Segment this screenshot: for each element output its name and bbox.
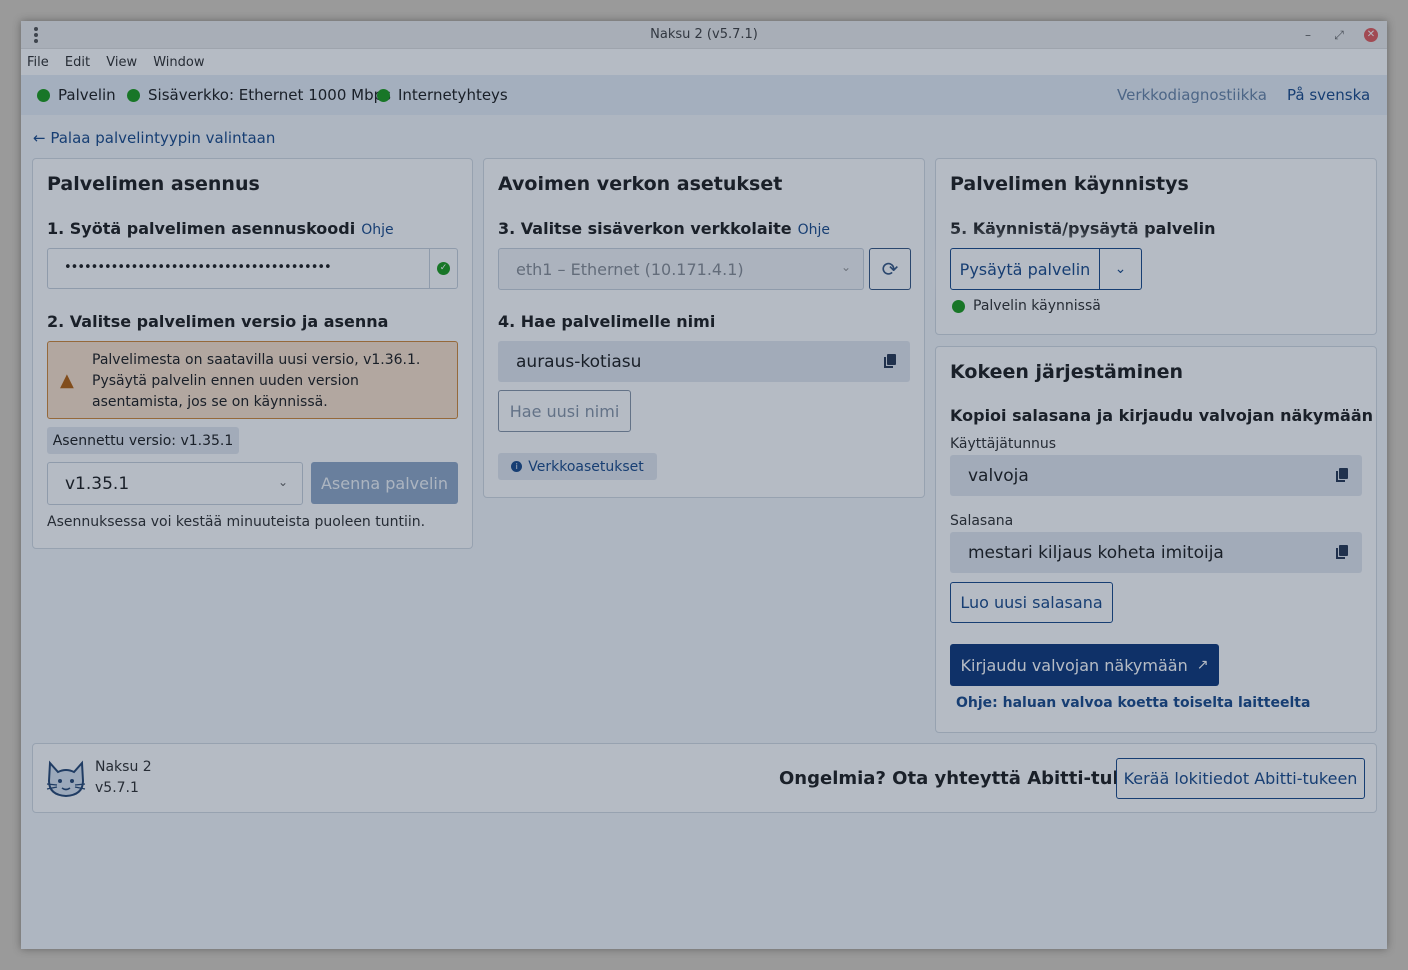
title-bar: Naksu 2 (v5.7.1) – ⤢ ✕ — [21, 21, 1387, 49]
server-options-dropdown[interactable]: ⌄ — [1099, 248, 1142, 290]
password-label: Salasana — [950, 513, 1014, 529]
new-name-button[interactable]: Hae uusi nimi — [498, 390, 631, 432]
footer: Naksu 2 v5.7.1 Ongelmia? Ota yhteyttä Ab… — [32, 743, 1377, 813]
username-label: Käyttäjätunnus — [950, 436, 1057, 452]
install-code-input[interactable]: ••••••••••••••••••••••••••••••••••••••••… — [47, 248, 458, 289]
collect-logs-button[interactable]: Kerää lokitiedot Abitti-tukeen — [1116, 758, 1365, 799]
version-select[interactable]: v1.35.1 ⌄ — [47, 462, 303, 505]
step4-label: 4. Hae palvelimelle nimi — [498, 312, 716, 331]
status-ok-icon — [377, 88, 390, 102]
network-title: Avoimen verkon asetukset — [498, 173, 783, 195]
support-text: Ongelmia? Ota yhteyttä Abitti-tukeen — [779, 768, 1162, 789]
status-ok-icon — [952, 299, 965, 313]
app-version: v5.7.1 — [95, 780, 139, 796]
language-link[interactable]: På svenska — [1287, 86, 1370, 104]
status-server: Palvelin — [37, 86, 116, 104]
window-title: Naksu 2 (v5.7.1) — [650, 27, 758, 42]
step3-label: 3. Valitse sisäverkon verkkolaite Ohje — [498, 219, 830, 238]
copy-icon[interactable] — [884, 354, 896, 368]
update-warning: ▲ Palvelimesta on saatavilla uusi versio… — [47, 341, 458, 419]
chevron-down-icon: ⌄ — [277, 475, 288, 489]
main-content: ← Palaa palvelintyypin valintaan Palveli… — [21, 115, 1387, 949]
menu-file[interactable]: File — [27, 49, 55, 70]
chevron-down-icon: ⌄ — [1114, 261, 1127, 277]
exam-title: Kokeen järjestäminen — [950, 361, 1184, 383]
server-name-field: auraus-kotiasu — [498, 341, 910, 382]
cat-logo-icon — [46, 760, 86, 798]
startup-card: Palvelimen käynnistys 5. Käynnistä/pysäy… — [935, 158, 1377, 335]
install-note: Asennuksessa voi kestää minuuteista puol… — [47, 514, 426, 530]
step1-label: 1. Syötä palvelimen asennuskoodi Ohje — [47, 219, 394, 238]
info-icon: i — [511, 461, 523, 472]
warning-icon: ▲ — [60, 370, 74, 391]
status-ok-icon — [127, 88, 140, 102]
refresh-devices-button[interactable]: ⟳ — [869, 248, 911, 290]
remote-supervision-help-link[interactable]: Ohje: haluan valvoa koetta toiselta lait… — [956, 695, 1310, 711]
minimize-icon[interactable]: – — [1299, 26, 1317, 44]
menu-bar: File Edit View Window — [21, 49, 1387, 75]
new-password-button[interactable]: Luo uusi salasana — [950, 582, 1113, 623]
username-field: valvoja — [950, 455, 1362, 496]
install-server-button[interactable]: Asenna palvelin — [311, 462, 458, 504]
copy-icon[interactable] — [1336, 468, 1348, 482]
copy-icon[interactable] — [1336, 545, 1348, 559]
status-internet: Internetyhteys — [377, 86, 508, 104]
installed-version-badge: Asennettu versio: v1.35.1 — [47, 427, 239, 454]
stop-server-button[interactable]: Pysäytä palvelin — [950, 248, 1100, 290]
menu-window[interactable]: Window — [153, 49, 210, 70]
status-ok-icon — [37, 88, 50, 102]
external-link-icon: ↗ — [1196, 657, 1209, 673]
network-device-select[interactable]: eth1 – Ethernet (10.171.4.1) ⌄ — [498, 248, 864, 290]
step3-help-link[interactable]: Ohje — [798, 222, 830, 238]
app-name: Naksu 2 — [95, 759, 152, 775]
back-link[interactable]: ← Palaa palvelintyypin valintaan — [33, 129, 275, 147]
password-field: mestari kiljaus koheta imitoija — [950, 532, 1362, 573]
network-diagnostics-link[interactable]: Verkkodiagnostiikka — [1117, 86, 1267, 104]
step2-label: 2. Valitse palvelimen versio ja asenna — [47, 312, 389, 331]
app-window: Naksu 2 (v5.7.1) – ⤢ ✕ File Edit View Wi… — [21, 21, 1387, 949]
startup-title: Palvelimen käynnistys — [950, 173, 1189, 195]
status-lan: Sisäverkko: Ethernet 1000 Mbps — [127, 86, 391, 104]
step1-help-link[interactable]: Ohje — [361, 222, 393, 238]
exam-card: Kokeen järjestäminen Kopioi salasana ja … — [935, 346, 1377, 733]
menu-view[interactable]: View — [106, 49, 143, 70]
chevron-down-icon: ⌄ — [840, 260, 851, 274]
exam-subtitle: Kopioi salasana ja kirjaudu valvojan näk… — [950, 406, 1374, 425]
restore-icon[interactable]: ⤢ — [1330, 26, 1348, 44]
install-card: Palvelimen asennus 1. Syötä palvelimen a… — [32, 158, 473, 549]
network-card: Avoimen verkon asetukset 3. Valitse sisä… — [483, 158, 925, 498]
close-icon[interactable]: ✕ — [1364, 28, 1378, 42]
arrow-left-icon: ← — [33, 129, 46, 147]
install-title: Palvelimen asennus — [47, 173, 260, 195]
server-running-status: Palvelin käynnissä — [952, 298, 1101, 314]
network-settings-badge[interactable]: i Verkkoasetukset — [498, 453, 657, 480]
supervisor-login-button[interactable]: Kirjaudu valvojan näkymään ↗ — [950, 644, 1219, 686]
check-icon: ✓ — [437, 262, 450, 275]
step5-label: 5. Käynnistä/pysäytä palvelin — [950, 219, 1216, 238]
menu-edit[interactable]: Edit — [65, 49, 96, 70]
refresh-icon: ⟳ — [881, 257, 899, 281]
status-bar: Palvelin Sisäverkko: Ethernet 1000 Mbps … — [21, 75, 1387, 115]
